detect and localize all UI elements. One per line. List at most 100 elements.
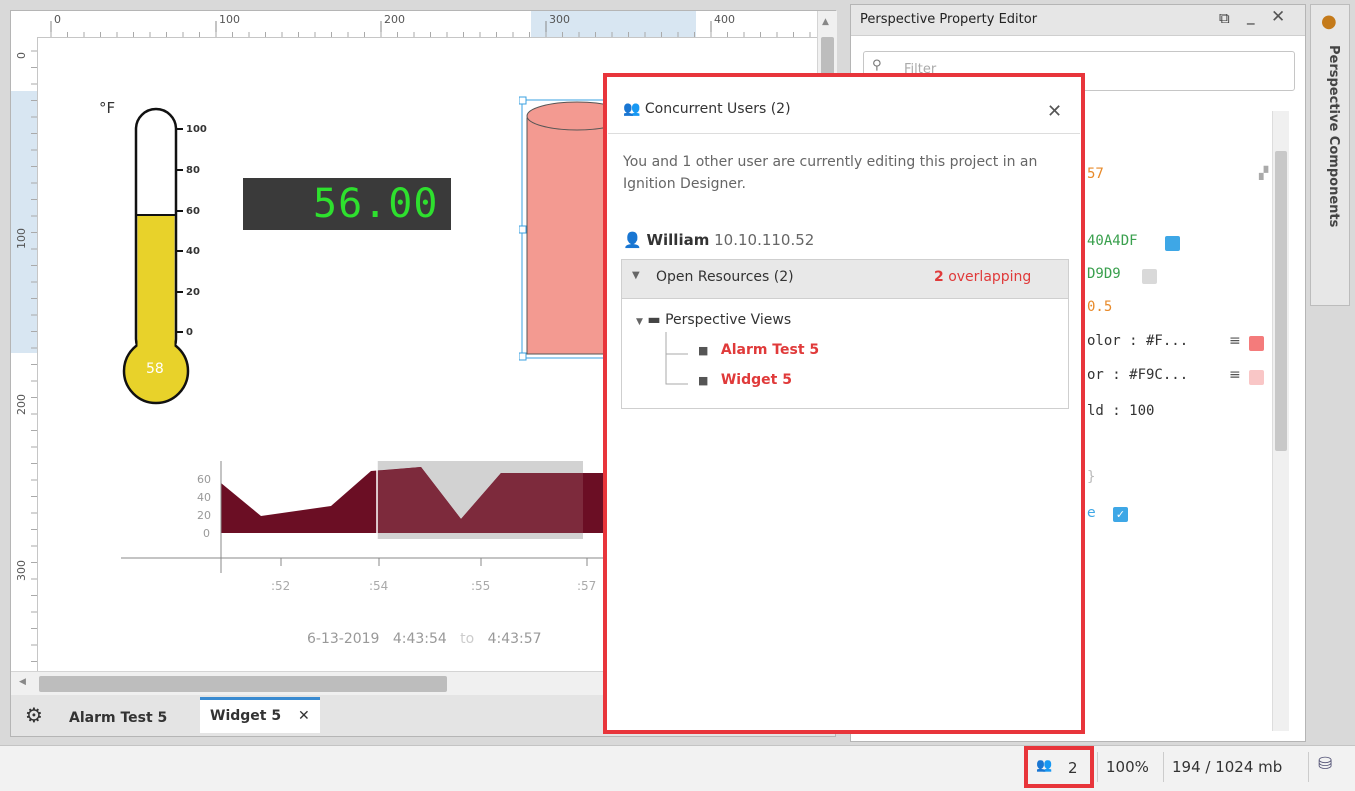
overlap-count: 2 bbox=[934, 269, 944, 285]
ruler-label: 100 bbox=[15, 228, 28, 249]
resource-label: Widget 5 bbox=[720, 372, 792, 388]
resource-item[interactable]: ■ Widget 5 bbox=[698, 372, 792, 388]
list-icon: ≡ bbox=[1229, 367, 1241, 383]
list-icon: ≡ bbox=[1229, 333, 1241, 349]
chevron-down-icon: ▼ bbox=[636, 317, 643, 327]
resource-label: Alarm Test 5 bbox=[720, 342, 820, 358]
close-icon[interactable]: ✕ bbox=[1047, 101, 1062, 122]
palette-icon: ● bbox=[1321, 11, 1337, 32]
checkbox-checked[interactable]: ✓ bbox=[1113, 507, 1128, 522]
perspective-components-tab[interactable]: ● Perspective Components bbox=[1310, 4, 1350, 306]
prop-row[interactable]: ld : 100 bbox=[1087, 403, 1154, 419]
zoom-level[interactable]: 100% bbox=[1106, 758, 1149, 776]
resources-label: Open Resources (2) bbox=[656, 269, 794, 285]
panel-title: Perspective Property Editor bbox=[860, 12, 1038, 27]
close-icon[interactable]: ✕ bbox=[1271, 7, 1285, 27]
side-tab-label: Perspective Components bbox=[1326, 45, 1341, 228]
thermo-scale: 100 bbox=[186, 124, 207, 135]
power-chart[interactable]: 60 40 20 0 :52 :54 :55 :57 6-13-2019 4:4… bbox=[121, 461, 611, 661]
thermo-scale: 0 bbox=[186, 327, 193, 338]
range-to: to bbox=[460, 631, 475, 647]
thermo-scale: 20 bbox=[186, 287, 200, 298]
thermo-scale: 80 bbox=[186, 165, 200, 176]
color-swatch[interactable] bbox=[1249, 336, 1264, 351]
chart-x-tick: :52 bbox=[271, 579, 291, 593]
users-count: 2 bbox=[1068, 759, 1078, 777]
minimize-icon[interactable]: _ bbox=[1247, 7, 1255, 25]
concurrent-users-button[interactable]: 👥 2 bbox=[1024, 746, 1094, 788]
ruler-label: 0 bbox=[54, 13, 61, 26]
color-swatch[interactable] bbox=[1142, 269, 1157, 284]
database-icon[interactable]: ⛁ bbox=[1318, 754, 1332, 774]
led-value: 56.00 bbox=[313, 181, 439, 227]
binding-icon[interactable]: ▞ bbox=[1259, 166, 1268, 180]
ruler-label: 300 bbox=[549, 13, 570, 26]
resource-item[interactable]: ■ Alarm Test 5 bbox=[698, 342, 819, 358]
tab-alarm-test-5[interactable]: Alarm Test 5 bbox=[69, 703, 167, 733]
chart-x-tick: :54 bbox=[369, 579, 389, 593]
prop-row[interactable]: 57 bbox=[1087, 166, 1104, 182]
user-icon: 👤 bbox=[623, 231, 642, 249]
ruler-label: 100 bbox=[219, 13, 240, 26]
prop-row[interactable]: 0.5 bbox=[1087, 299, 1112, 315]
chart-x-tick: :55 bbox=[471, 579, 491, 593]
property-scrollbar[interactable] bbox=[1272, 111, 1289, 731]
range-date: 6-13-2019 bbox=[307, 631, 380, 647]
concurrent-users-popup: 👥 Concurrent Users (2) ✕ You and 1 other… bbox=[603, 73, 1085, 734]
resource-icon: ■ bbox=[698, 374, 709, 387]
range-start: 4:43:54 bbox=[392, 631, 447, 647]
popup-header: 👥 Concurrent Users (2) bbox=[623, 101, 791, 117]
ruler-label: 300 bbox=[15, 560, 28, 581]
resource-icon: ■ bbox=[698, 344, 709, 357]
prop-row: } bbox=[1087, 469, 1096, 485]
folder-icon: ▬ bbox=[647, 312, 661, 328]
thermometer[interactable]: °F 100 80 60 40 20 0 58 bbox=[91, 99, 211, 409]
chart-y-tick: 60 bbox=[197, 473, 211, 486]
property-editor-header: Perspective Property Editor ⧉ _ ✕ bbox=[851, 5, 1305, 36]
restore-icon[interactable]: ⧉ bbox=[1219, 9, 1230, 27]
user-ip: 10.10.110.52 bbox=[714, 231, 815, 249]
tab-widget-5[interactable]: Widget 5 ✕ bbox=[200, 697, 320, 733]
color-swatch[interactable] bbox=[1249, 370, 1264, 385]
ruler-label: 0 bbox=[15, 52, 28, 59]
horizontal-ruler: 0 100 200 300 400 bbox=[11, 11, 823, 38]
tab-label: Widget 5 bbox=[210, 708, 282, 724]
thermo-scale: 60 bbox=[186, 206, 200, 217]
users-icon: 👥 bbox=[1036, 758, 1053, 773]
tab-label: Alarm Test 5 bbox=[69, 710, 168, 726]
overlap-badge: 2 overlapping bbox=[934, 269, 1031, 285]
range-end: 4:43:57 bbox=[487, 631, 542, 647]
led-display[interactable]: 56.00 bbox=[243, 178, 451, 230]
popup-message: You and 1 other user are currently editi… bbox=[623, 154, 1038, 192]
ruler-label: 200 bbox=[384, 13, 405, 26]
prop-row[interactable]: olor : #F... bbox=[1087, 333, 1188, 349]
gear-icon[interactable]: ⚙ bbox=[25, 703, 43, 727]
thermo-scale: 40 bbox=[186, 246, 200, 257]
users-icon: 👥 bbox=[623, 101, 641, 117]
chevron-down-icon: ▼ bbox=[632, 270, 640, 281]
overlap-label: overlapping bbox=[948, 269, 1032, 285]
chart-x-tick: :57 bbox=[577, 579, 597, 593]
prop-row[interactable]: D9D9 bbox=[1087, 266, 1121, 282]
chart-y-tick: 40 bbox=[197, 491, 211, 504]
ruler-label: 400 bbox=[714, 13, 735, 26]
ruler-label: 200 bbox=[15, 394, 28, 415]
popup-title: Concurrent Users (2) bbox=[644, 101, 791, 117]
color-swatch[interactable] bbox=[1165, 236, 1180, 251]
prop-row[interactable]: e bbox=[1087, 505, 1096, 521]
search-icon: ⚲ bbox=[872, 58, 882, 73]
close-icon[interactable]: ✕ bbox=[298, 708, 310, 724]
folder-row[interactable]: ▼ ▬ Perspective Views bbox=[636, 312, 791, 328]
memory-usage: 194 / 1024 mb bbox=[1172, 758, 1283, 776]
resources-header[interactable]: ▼ Open Resources (2) 2 overlapping bbox=[622, 260, 1068, 299]
property-tree: 57 ▞ 40A4DF D9D9 0.5 olor : #F... ≡ or :… bbox=[1079, 111, 1299, 731]
folder-label: Perspective Views bbox=[665, 312, 792, 328]
chart-y-tick: 20 bbox=[197, 509, 211, 522]
status-bar: 👥 2 100% 194 / 1024 mb ⛁ bbox=[0, 745, 1355, 791]
user-name: William bbox=[646, 231, 710, 249]
chart-y-tick: 0 bbox=[203, 527, 210, 540]
thermo-value: 58 bbox=[146, 361, 164, 377]
prop-row[interactable]: or : #F9C... bbox=[1087, 367, 1188, 383]
prop-row[interactable]: 40A4DF bbox=[1087, 233, 1138, 249]
chart-range: 6-13-2019 4:43:54 to 4:43:57 bbox=[307, 631, 542, 647]
